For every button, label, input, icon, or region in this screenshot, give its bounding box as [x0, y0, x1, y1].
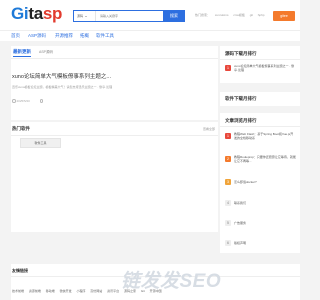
hot-software-header: 热门软件 查看全部 — [11, 122, 218, 136]
article-rank-title: 文章浏览月排行 — [225, 118, 257, 123]
hot-software-title: 热门软件 — [12, 126, 30, 131]
friend-link[interactable]: 移动端 — [46, 289, 55, 293]
software-rank-panel: 软件下载月排行 — [220, 92, 300, 106]
article-rank-item[interactable]: 怎么卸载docker? — [234, 180, 296, 184]
view-all-link[interactable]: 查看全部 — [203, 127, 215, 131]
friend-link[interactable]: 小程序 — [76, 289, 85, 293]
tab-latest-updates[interactable]: 最新更新 — [13, 49, 31, 57]
gitee-button[interactable]: gitee — [273, 11, 295, 21]
post-meta: 2025/5/20 — [12, 99, 44, 103]
search-button[interactable]: 搜索 — [163, 10, 185, 22]
hot-search-term[interactable]: hphp — [258, 13, 265, 17]
hot-software-panel: 热门软件 查看全部 软件工具 — [11, 122, 218, 232]
post-date: 2025/5/20 — [16, 99, 30, 103]
hot-search-terms: 热门搜索： xunruicms cms模板 git hphp — [195, 13, 268, 17]
rank-badge: 2 — [225, 156, 231, 162]
chevron-down-icon — [85, 15, 88, 17]
hot-search-label: 热门搜索： — [195, 13, 211, 17]
post-title[interactable]: xuno论坛简单大气模板僚事系列主题之... — [12, 72, 111, 80]
friend-link[interactable]: 高仿网站 — [90, 289, 102, 293]
source-rank-panel: 源码下载月排行 1 xuno论坛简单大气模板僚事系列主题之一 · 僚享·论理 — [220, 46, 300, 83]
rank-badge: 1 — [225, 133, 231, 139]
latest-tabs: 最新更新 ASP源码 — [11, 46, 218, 59]
search-scope-label: 源码 — [77, 14, 84, 18]
logo-text-part3: sp — [42, 4, 63, 23]
logo-text-part1: Gi — [11, 4, 29, 23]
nav-item-software-tools[interactable]: 软件工具 — [96, 33, 114, 39]
hot-search-term[interactable]: git — [250, 13, 253, 17]
article-rank-item[interactable]: 联系我们 — [234, 201, 296, 205]
clock-icon — [12, 99, 16, 103]
rank-badge: 1 — [225, 65, 231, 71]
article-rank-panel: 文章浏览月排行 1 教程Web Flash：基于Spring Boot和Vue.… — [220, 113, 300, 253]
post-description: 迅乐xuno模板论坛主题，模板精美大气！请您支持迅乐主题之一 · 僚享·论理 — [12, 85, 113, 89]
article-rank-item[interactable]: 教程Rouleprop：只要你还愿意让它等待，就能让它不再等... — [234, 155, 296, 163]
search-input[interactable] — [98, 11, 162, 21]
main-nav: 首页 ASP源码 开源推荐 拓概 软件工具 — [0, 30, 300, 41]
software-rank-title: 软件下载月排行 — [225, 96, 257, 101]
search-box: 源码 搜索 — [73, 10, 185, 22]
hot-search-term[interactable]: xunruicms — [215, 13, 229, 17]
site-logo[interactable]: Gitasp — [11, 4, 62, 24]
friend-links-title: 友情链接 — [12, 268, 28, 273]
nav-item-overview[interactable]: 拓概 — [80, 33, 89, 39]
friend-link[interactable]: 技术前端 — [12, 289, 24, 293]
friend-link[interactable]: 资讯平台 — [107, 289, 119, 293]
nav-item-open-source[interactable]: 开源推荐 — [55, 33, 73, 39]
eye-icon — [39, 99, 44, 103]
rank-badge: 6 — [225, 240, 231, 246]
friend-link[interactable]: 微信开发 — [60, 289, 72, 293]
search-scope-select[interactable]: 源码 — [74, 11, 96, 21]
rank-badge: 5 — [225, 220, 231, 226]
watermark: 链发发SEO — [121, 271, 222, 292]
hot-search-term[interactable]: cms模板 — [233, 13, 245, 17]
article-rank-item[interactable]: 教程Web Flash：基于Spring Boot和Vue.js开发的全栈移动系 — [234, 132, 296, 140]
source-rank-title: 源码下载月排行 — [225, 51, 257, 56]
rank-badge: 4 — [225, 200, 231, 206]
source-rank-item[interactable]: xuno论坛简单大气模板僚事系列主题之一 · 僚享·论理 — [234, 64, 296, 72]
software-tools-button[interactable]: 软件工具 — [20, 138, 61, 148]
nav-item-home[interactable]: 首页 — [11, 33, 20, 39]
top-header: Gitasp 源码 搜索 热门搜索： xunruicms cms模板 git h… — [0, 0, 300, 30]
article-rank-item[interactable]: 版权声明 — [234, 241, 296, 245]
logo-text-part2: ta — [28, 4, 43, 23]
latest-updates-panel: 最新更新 ASP源码 xuno论坛简单大气模板僚事系列主题之... 迅乐xuno… — [11, 46, 218, 120]
nav-item-asp-source[interactable]: ASP源码 — [28, 33, 46, 39]
rank-badge: 3 — [225, 179, 231, 185]
tab-asp-source[interactable]: ASP源码 — [39, 50, 53, 55]
friend-link[interactable]: 资源前端 — [29, 289, 41, 293]
article-rank-item[interactable]: 广告服务 — [234, 221, 296, 225]
